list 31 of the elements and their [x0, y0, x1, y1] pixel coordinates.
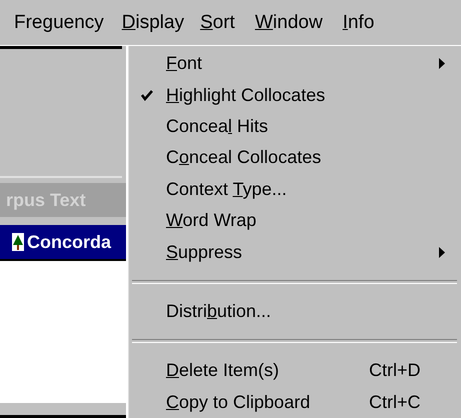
- menu-item-label: Font: [166, 53, 204, 74]
- tree-icon: [12, 233, 24, 251]
- menu-item[interactable]: Distribution...: [128, 296, 461, 328]
- menu-item[interactable]: Window: [246, 6, 331, 40]
- menu-item-label: Conceal Hits: [166, 116, 270, 138]
- submenu-arrow-icon: [439, 246, 445, 258]
- menu-item[interactable]: Freguency: [6, 6, 112, 40]
- menu-item-label: Highlight Collocates: [166, 84, 326, 106]
- menu-item[interactable]: Copy to Clipboard Ctrl+C: [128, 386, 461, 418]
- menu-item-label: Word Wrap: [166, 210, 258, 232]
- menu-item-label: Copy to Clipboard: [166, 392, 312, 413]
- menu-item[interactable]: Highlight Collocates: [128, 79, 461, 111]
- menu-item[interactable]: Context Type...: [128, 174, 461, 206]
- submenu-arrow-icon: [439, 58, 445, 70]
- menu-item-label: Context Type...: [166, 178, 288, 200]
- menu-item[interactable]: Conceal Hits: [128, 110, 461, 142]
- menu-item-label: Suppress: [166, 242, 244, 263]
- shortcut-text: Ctrl+D: [369, 360, 422, 382]
- menu-item[interactable]: Info: [334, 6, 382, 40]
- menu-item[interactable]: Sort: [192, 6, 243, 40]
- menu-item[interactable]: Word Wrap: [128, 205, 461, 237]
- menu-item[interactable]: Font: [128, 48, 461, 80]
- window-title: Concorda: [27, 232, 112, 252]
- menu-item[interactable]: Suppress: [128, 236, 461, 268]
- menu-item-label: Distribution...: [166, 301, 272, 322]
- menu-item[interactable]: Delete Item(s) Ctrl+D: [128, 355, 461, 387]
- menu-item[interactable]: Conceal Collocates: [128, 142, 461, 174]
- shortcut-text: Ctrl+C: [369, 392, 422, 413]
- menu-item-label: Delete Item(s): [166, 360, 280, 382]
- menu-item-label: Conceal Collocates: [166, 147, 322, 168]
- menu-item[interactable]: Display: [116, 8, 190, 38]
